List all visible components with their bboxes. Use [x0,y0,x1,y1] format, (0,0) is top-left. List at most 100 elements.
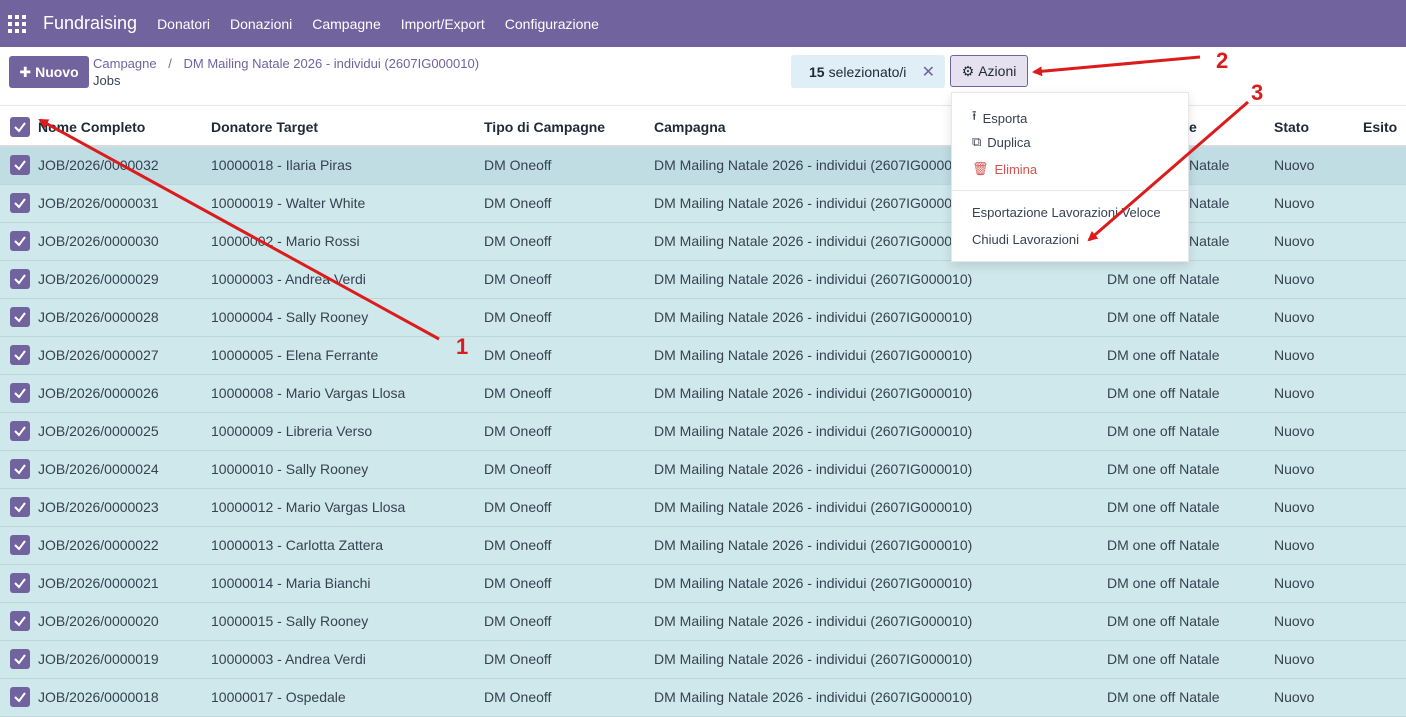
row-checkbox[interactable] [10,307,30,327]
menu-item-duplicate[interactable]: ⧉ Duplica [972,134,1031,150]
cell-donor: 10000003 - Andrea Verdi [211,651,366,667]
nav-configurazione[interactable]: Configurazione [505,16,599,32]
header-stato[interactable]: Stato [1274,119,1309,135]
cell-sub-campaign: DM one off Natale [1107,461,1220,477]
header-esito[interactable]: Esito [1363,119,1397,135]
menu-item-delete[interactable]: 🗑 Elimina [972,161,1037,177]
table-row[interactable]: JOB/2026/0000022 10000013 - Carlotta Zatt… [0,527,1406,565]
nav-donatori[interactable]: Donatori [157,16,210,32]
row-checkbox[interactable] [10,193,30,213]
clear-selection-icon[interactable]: ✕ [922,62,935,82]
table-row[interactable]: JOB/2026/0000032 10000018 - Ilaria Piras D… [0,147,1406,185]
row-checkbox[interactable] [10,231,30,251]
cell-type: DM Oneoff [484,651,552,667]
cell-campaign: DM Mailing Natale 2026 - individui (2607… [654,689,973,705]
actions-button-label: Azioni [978,63,1017,79]
menu-item-export[interactable]: ⭱ Esporta [972,107,1027,129]
cell-status: Nuovo [1274,423,1315,439]
menu-item-quick-export[interactable]: Esportazione Lavorazioni Veloce [972,205,1161,220]
app-title[interactable]: Fundraising [43,13,137,34]
breadcrumb-current[interactable]: DM Mailing Natale 2026 - individui (2607… [183,56,479,71]
breadcrumb: Campagne / DM Mailing Natale 2026 - indi… [93,56,479,71]
cell-name: JOB/2026/0000021 [38,575,159,591]
cell-campaign: DM Mailing Natale 2026 - individui (2607… [654,385,973,401]
table-row[interactable]: JOB/2026/0000018 10000017 - Ospedale DM On… [0,679,1406,717]
cell-status: Nuovo [1274,309,1315,325]
cell-campaign: DM Mailing Natale 2026 - individui (2607… [654,499,973,515]
annotation-label-1: 1 [456,334,469,359]
check-icon [14,464,26,475]
new-button[interactable]: ✚ Nuovo [9,56,89,88]
table-row[interactable]: JOB/2026/0000026 10000008 - Mario Vargas … [0,375,1406,413]
check-icon [14,198,26,209]
annotation-label-2: 2 [1216,48,1229,73]
check-icon [14,236,26,247]
row-checkbox[interactable] [10,459,30,479]
row-checkbox[interactable] [10,535,30,555]
check-icon [14,502,26,513]
cell-campaign: DM Mailing Natale 2026 - individui (2607… [654,309,973,325]
table-row[interactable]: JOB/2026/0000020 10000015 - Sally Rooney D… [0,603,1406,641]
row-checkbox[interactable] [10,383,30,403]
cell-campaign: DM Mailing Natale 2026 - individui (2607… [654,195,953,211]
cell-status: Nuovo [1274,157,1315,173]
page-title: Jobs [93,73,121,88]
row-checkbox[interactable] [10,269,30,289]
cell-name: JOB/2026/0000026 [38,385,159,401]
check-icon [14,160,26,171]
cell-type: DM Oneoff [484,461,552,477]
copy-icon: ⧉ [972,134,982,149]
row-checkbox[interactable] [10,649,30,669]
menu-item-close-jobs[interactable]: Chiudi Lavorazioni [972,232,1079,247]
cell-type: DM Oneoff [484,233,552,249]
table-row[interactable]: JOB/2026/0000028 10000004 - Sally Rooney D… [0,299,1406,337]
row-checkbox[interactable] [10,155,30,175]
row-checkbox[interactable] [10,573,30,593]
header-nome-completo[interactable]: Nome Completo [38,119,145,135]
table-row[interactable]: JOB/2026/0000019 10000003 - Andrea Verdi D… [0,641,1406,679]
apps-menu-icon[interactable] [8,14,26,33]
check-icon [14,616,26,627]
select-all-checkbox[interactable] [10,117,30,137]
header-campagna[interactable]: Campagna [654,119,726,135]
cell-sub-campaign: DM one off Natale [1107,651,1220,667]
row-checkbox[interactable] [10,611,30,631]
cell-campaign: DM Mailing Natale 2026 - individui (2607… [654,613,973,629]
cell-campaign: DM Mailing Natale 2026 - individui (2607… [654,651,973,667]
cell-name: JOB/2026/0000024 [38,461,159,477]
table-row[interactable]: JOB/2026/0000030 10000002 - Mario Rossi DM… [0,223,1406,261]
table-row[interactable]: JOB/2026/0000021 10000014 - Maria Bianchi… [0,565,1406,603]
row-checkbox[interactable] [10,345,30,365]
cell-type: DM Oneoff [484,613,552,629]
cell-type: DM Oneoff [484,575,552,591]
table-row[interactable]: JOB/2026/0000027 10000005 - Elena Ferrant… [0,337,1406,375]
cell-sub-campaign: DM one off Natale [1107,689,1220,705]
table-row[interactable]: JOB/2026/0000031 10000019 - Walter White D… [0,185,1406,223]
cell-sub-campaign: DM one off Natale [1107,537,1220,553]
cell-donor: 10000015 - Sally Rooney [211,613,369,629]
check-icon [14,312,26,323]
header-tipo-campagne[interactable]: Tipo di Campagne [484,119,605,135]
nav-import-export[interactable]: Import/Export [401,16,485,32]
actions-button[interactable]: ⚙ Azioni [950,55,1028,87]
row-checkbox[interactable] [10,687,30,707]
cell-type: DM Oneoff [484,499,552,515]
row-checkbox[interactable] [10,421,30,441]
cell-sub-campaign: Natale [1189,233,1230,249]
cell-sub-campaign: DM one off Natale [1107,309,1220,325]
cell-name: JOB/2026/0000031 [38,195,159,211]
table-row[interactable]: JOB/2026/0000025 10000009 - Libreria Vers… [0,413,1406,451]
cell-status: Nuovo [1274,613,1315,629]
nav-donazioni[interactable]: Donazioni [230,16,292,32]
nav-campagne[interactable]: Campagne [312,16,381,32]
header-sub-campaign[interactable]: e [1189,119,1197,135]
table-row[interactable]: JOB/2026/0000023 10000012 - Mario Vargas … [0,489,1406,527]
table-row[interactable]: JOB/2026/0000024 10000010 - Sally Rooney D… [0,451,1406,489]
cell-name: JOB/2026/0000030 [38,233,159,249]
cell-type: DM Oneoff [484,309,552,325]
table-row[interactable]: JOB/2026/0000029 10000003 - Andrea Verdi D… [0,261,1406,299]
breadcrumb-parent[interactable]: Campagne [93,56,157,71]
row-checkbox[interactable] [10,497,30,517]
cell-sub-campaign: DM one off Natale [1107,271,1220,287]
header-donatore-target[interactable]: Donatore Target [211,119,318,135]
